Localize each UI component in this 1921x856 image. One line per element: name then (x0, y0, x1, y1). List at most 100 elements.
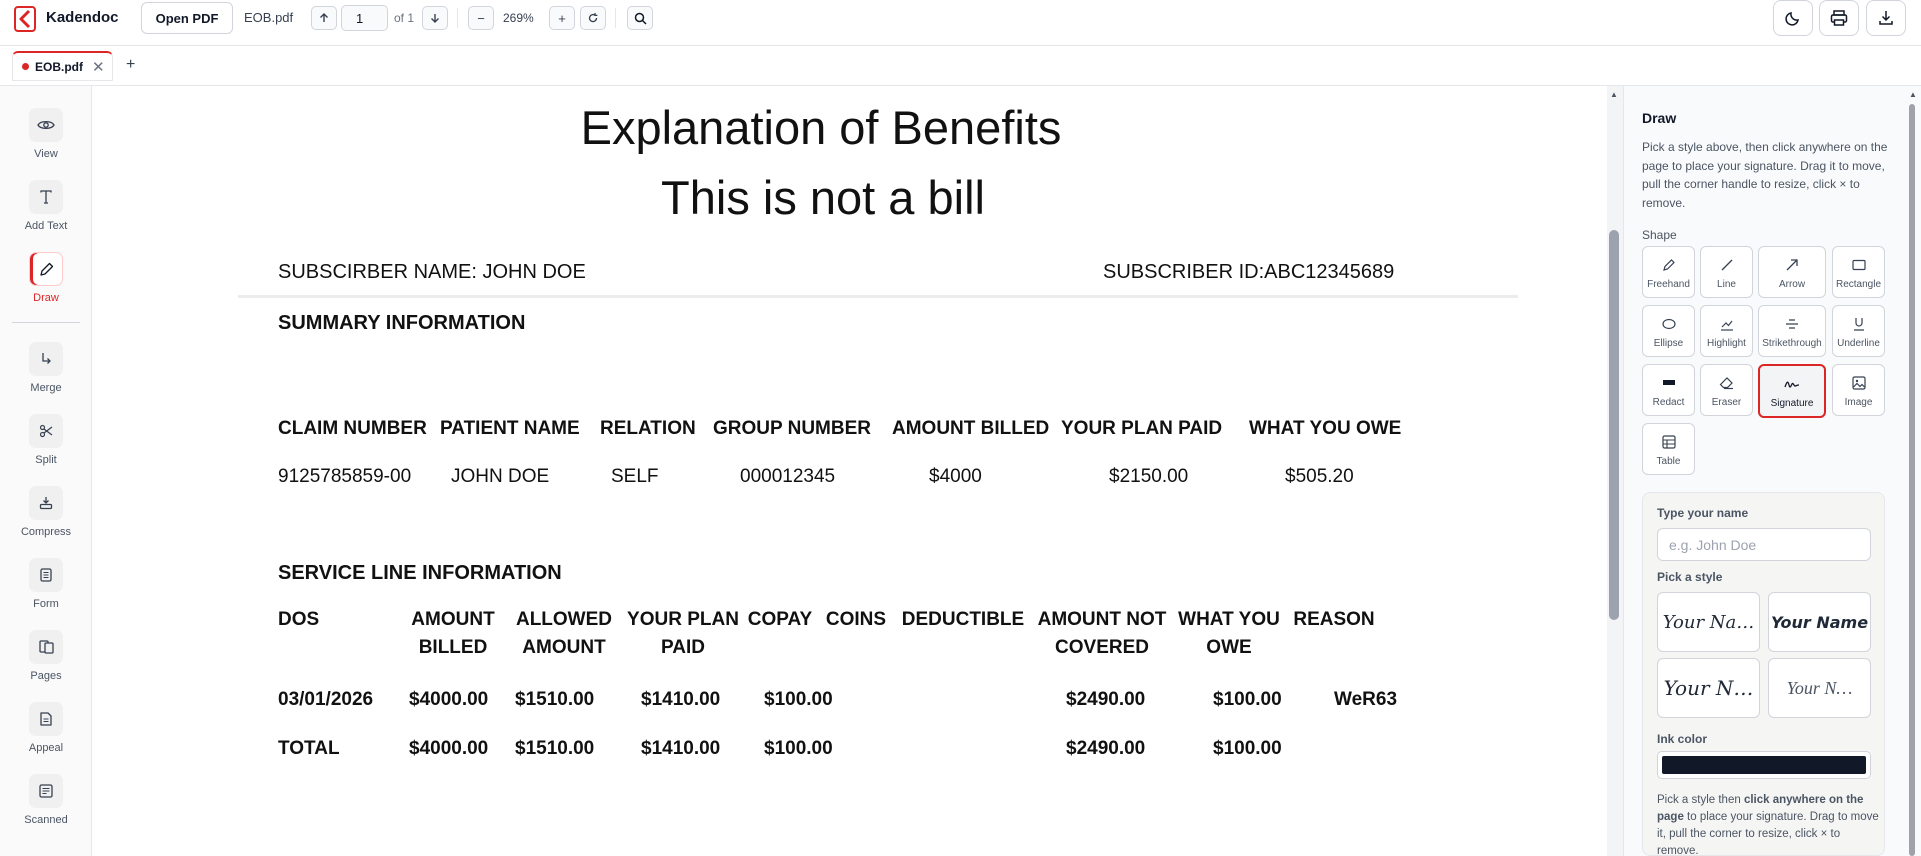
dark-mode-toggle[interactable] (1773, 0, 1813, 36)
service-header-cell: DOS (278, 609, 320, 630)
rail-item-split[interactable]: Split (0, 414, 92, 476)
tool-label: Table (1656, 456, 1681, 467)
tool-freehand[interactable]: Freehand (1642, 246, 1695, 298)
signature-name-input[interactable] (1657, 528, 1871, 561)
scroll-up-icon[interactable]: ▲ (1610, 90, 1618, 99)
current-filename: EOB.pdf (244, 10, 294, 25)
underline-icon (1852, 314, 1866, 334)
shape-section-label: Shape (1642, 228, 1677, 242)
page-number-input[interactable] (341, 5, 388, 31)
appeal-icon (29, 702, 63, 736)
signature-icon (1784, 374, 1800, 394)
rail-item-add-text[interactable]: Add Text (0, 180, 92, 242)
scanned-icon (29, 774, 63, 808)
download-button[interactable] (1866, 0, 1906, 36)
service-cell: $100.00 (1213, 689, 1282, 710)
tool-rectangle[interactable]: Rectangle (1832, 246, 1885, 298)
tool-line[interactable]: Line (1700, 246, 1753, 298)
page-count-label: of 1 (394, 11, 415, 25)
close-tab-icon[interactable]: ✕ (92, 58, 105, 76)
tool-label: Underline (1837, 338, 1880, 349)
signature-style-option[interactable]: Your Na… (1657, 592, 1760, 652)
summary-cell: $505.20 (1285, 466, 1354, 487)
summary-cell: JOHN DOE (451, 466, 550, 487)
tool-label: Arrow (1778, 279, 1806, 290)
zoom-level: 269% (503, 11, 534, 25)
rail-item-appeal[interactable]: Appeal (0, 702, 92, 764)
ink-color-label: Ink color (1657, 732, 1708, 746)
panel-title: Draw (1642, 110, 1677, 126)
service-cell: $2490.00 (1066, 689, 1146, 710)
ink-color-picker[interactable] (1657, 751, 1871, 779)
tool-label: Strikethrough (1762, 338, 1822, 349)
document-viewport[interactable]: Explanation of Benefits This is not a bi… (93, 86, 1608, 856)
total-cell: $100.00 (1213, 738, 1282, 759)
pages-icon (29, 630, 63, 664)
signature-instructions: Pick a style then click anywhere on the … (1657, 794, 1879, 856)
subscriber-name: SUBSCIRBER NAME: JOHN DOE (278, 261, 586, 283)
document-scrollbar-thumb[interactable] (1609, 230, 1619, 620)
tool-ellipse[interactable]: Ellipse (1642, 305, 1695, 357)
highlight-icon (1720, 314, 1734, 334)
tool-redact[interactable]: Redact (1642, 364, 1695, 416)
zoom-in-button[interactable]: + (549, 6, 575, 30)
rail-item-merge[interactable]: Merge (0, 342, 92, 404)
tool-eraser[interactable]: Eraser (1700, 364, 1753, 416)
document-subtitle: This is not a bill (661, 171, 985, 224)
open-pdf-button[interactable]: Open PDF (141, 2, 233, 34)
document-title: Explanation of Benefits (580, 101, 1062, 154)
tool-signature[interactable]: Signature (1758, 364, 1826, 418)
plus-icon: + (558, 10, 566, 26)
tool-label: Line (1717, 279, 1736, 290)
rail-item-compress[interactable]: Compress (0, 486, 92, 548)
total-cell: TOTAL (278, 738, 340, 759)
service-heading: SERVICE LINE INFORMATION (278, 562, 562, 584)
rail-label: Appeal (28, 742, 64, 754)
rail-item-view[interactable]: View (0, 108, 92, 170)
service-cell: $4000.00 (409, 689, 489, 710)
panel-scroll-up-icon[interactable]: ▲ (1909, 90, 1917, 99)
next-page-button[interactable] (422, 6, 448, 30)
table-icon (1661, 432, 1676, 452)
signature-style-option[interactable]: Your Name (1768, 592, 1871, 652)
summary-header-cell: AMOUNT BILLED (892, 418, 1050, 439)
ink-color-swatch (1662, 756, 1866, 774)
tool-image[interactable]: Image (1832, 364, 1885, 416)
service-header-cell: REASON (1293, 609, 1375, 630)
rotate-button[interactable] (580, 6, 606, 30)
pencil-icon (29, 252, 63, 286)
previous-page-button[interactable] (311, 6, 337, 30)
summary-header-cell: YOUR PLAN PAID (1061, 418, 1223, 439)
rail-item-scanned[interactable]: Scanned (0, 774, 92, 836)
rotate-icon (588, 13, 598, 23)
total-cell: $2490.00 (1066, 738, 1146, 759)
signature-style-option[interactable]: Your N… (1657, 658, 1760, 718)
new-tab-button[interactable]: + (126, 56, 135, 74)
zoom-out-button[interactable]: − (468, 6, 494, 30)
rail-label: Form (33, 598, 59, 610)
tool-highlight[interactable]: Highlight (1700, 305, 1753, 357)
arrow-up-icon (320, 13, 328, 22)
tool-rail: View Add Text Draw Merge Split Compress (0, 86, 92, 856)
summary-header-cell: PATIENT NAME (440, 418, 580, 439)
pdf-page[interactable]: Explanation of Benefits This is not a bi… (93, 86, 1608, 856)
tab-eob[interactable]: EOB.pdf ✕ (12, 51, 113, 81)
form-icon (29, 558, 63, 592)
service-header-cell: ALLOWED AMOUNT (515, 609, 613, 658)
tool-strikethrough[interactable]: Strikethrough (1758, 305, 1826, 357)
service-header-cell: DEDUCTIBLE (901, 609, 1025, 630)
rail-item-pages[interactable]: Pages (0, 630, 92, 692)
tool-underline[interactable]: Underline (1832, 305, 1885, 357)
search-icon (634, 12, 647, 25)
tab-bar: EOB.pdf ✕ + (0, 46, 1921, 86)
total-cell: $4000.00 (409, 738, 489, 759)
rail-item-form[interactable]: Form (0, 558, 92, 620)
search-button[interactable] (627, 6, 653, 30)
rail-item-draw[interactable]: Draw (0, 252, 92, 314)
tool-table[interactable]: Table (1642, 423, 1695, 475)
signature-style-option[interactable]: Your N… (1768, 658, 1871, 718)
tool-arrow[interactable]: Arrow (1758, 246, 1826, 298)
panel-scrollbar-thumb[interactable] (1909, 104, 1915, 856)
print-button[interactable] (1819, 0, 1859, 36)
rail-label: Merge (30, 382, 62, 394)
